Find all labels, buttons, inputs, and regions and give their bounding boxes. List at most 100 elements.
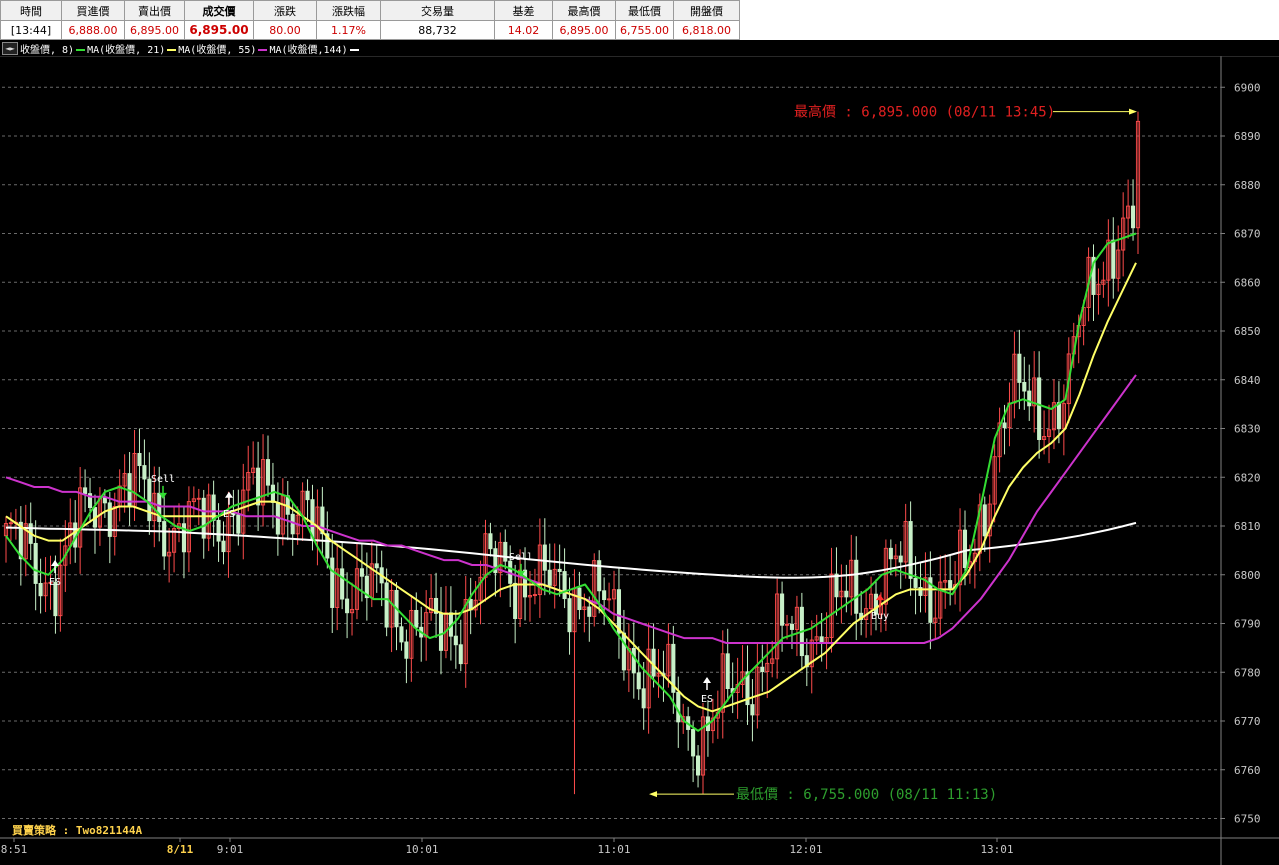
legend-items: 收盤價, 8) MA(收盤價, 21) MA(收盤價, 55) MA(收盤價,144) — [20, 41, 361, 56]
legend-swatch — [167, 49, 177, 51]
candle-body — [696, 755, 701, 776]
ma21-line — [5, 262, 1137, 713]
quote-header-cell: 賣出價 — [124, 0, 185, 21]
low-leader-arrow-icon — [649, 791, 657, 798]
y-tick-label: 6850 — [1234, 325, 1261, 338]
candle-body — [340, 568, 345, 600]
y-tick-label: 6750 — [1234, 813, 1261, 826]
candle-body — [1056, 402, 1061, 430]
signal-label: Buy — [871, 611, 889, 622]
candle-body — [780, 593, 785, 626]
candle-body — [488, 533, 493, 550]
high-leader-arrow-icon — [1129, 108, 1137, 115]
candle-body — [38, 583, 43, 597]
legend-swatch — [349, 49, 359, 51]
candle-body — [602, 590, 607, 601]
y-tick-label: 6800 — [1234, 569, 1261, 582]
candle-body — [33, 542, 38, 584]
candle-body — [1111, 239, 1116, 279]
ma8-line — [5, 232, 1137, 732]
candle-body — [1017, 353, 1022, 383]
candle-body — [1037, 377, 1042, 441]
candle-body — [142, 465, 147, 480]
y-tick-label: 6760 — [1234, 764, 1261, 777]
candle-body — [982, 504, 987, 537]
candle-body — [107, 502, 112, 537]
candle-body — [1027, 390, 1032, 407]
candle-body — [636, 672, 641, 690]
candle-body — [503, 541, 508, 562]
quote-table: 時間 買進價 賣出價 成交價 漲跌 漲跌幅 交易量 基差 最高價 最低價 開盤價 [13:44] 6,… — [0, 0, 1279, 40]
candle-body — [562, 571, 567, 600]
y-tick-label: 6810 — [1234, 520, 1261, 533]
exit-arrow-icon — [225, 491, 233, 498]
candle-body — [542, 544, 547, 571]
left-right-arrow-icon[interactable]: ◄► — [2, 42, 18, 55]
legend-swatch — [258, 49, 268, 51]
candle-body — [83, 487, 88, 495]
candle-body — [137, 452, 142, 467]
candle-body — [147, 478, 152, 522]
y-tick-label: 6880 — [1234, 179, 1261, 192]
candle-body — [1002, 422, 1007, 429]
candle-body — [676, 691, 681, 723]
quote-header-cell: 交易量 — [380, 0, 495, 21]
candle-body — [621, 632, 626, 671]
quote-header-cell: 時間 — [0, 0, 62, 21]
candle-body — [330, 557, 335, 608]
candle-body — [616, 589, 622, 634]
candle-body — [374, 563, 379, 569]
signal-label: ES — [223, 509, 235, 520]
x-tick-label: 12:01 — [789, 843, 822, 856]
quote-header-cell: 最低價 — [615, 0, 674, 21]
x-tick-label: 10:01 — [405, 843, 438, 856]
candle-body — [557, 568, 562, 572]
legend-item: 收盤價, 8) — [20, 45, 75, 56]
candle-body — [760, 666, 765, 673]
candle-body — [453, 635, 458, 646]
y-tick-label: 6770 — [1234, 715, 1261, 728]
candle-body — [691, 729, 696, 757]
price-chart[interactable]: 6750 6760 6770 6780 6790 6800 6810 6820 6830 6840… — [0, 56, 1279, 865]
candle-body — [898, 555, 903, 563]
exit-arrow-icon — [703, 677, 711, 683]
candle-body — [567, 598, 572, 633]
candle-body — [913, 577, 918, 588]
candle-body — [587, 606, 592, 617]
quote-header-cell: 漲跌 — [253, 0, 317, 21]
y-tick-label: 6860 — [1234, 276, 1261, 289]
candle-body — [438, 612, 444, 651]
y-tick-label: 6820 — [1234, 471, 1261, 484]
quote-header-cell: 基差 — [494, 0, 553, 21]
legend-item: MA(收盤價,144) — [269, 45, 348, 56]
candle-body — [221, 540, 226, 553]
candle-body — [458, 644, 463, 665]
candle-body — [384, 582, 389, 628]
candle-body — [844, 590, 849, 598]
quote-value-cell: [13:44] — [0, 20, 62, 40]
indicator-legend: ◄► 收盤價, 8) MA(收盤價, 21) MA(收盤價, 55) MA(收盤價,1… — [2, 41, 361, 56]
candle-body — [888, 547, 893, 560]
candle-body — [236, 514, 241, 534]
y-tick-label: 6870 — [1234, 228, 1261, 241]
candle-body — [162, 521, 167, 557]
signal-label: ES — [49, 577, 61, 588]
legend-swatch — [76, 49, 86, 51]
candle-body — [948, 580, 953, 589]
x-tick-label: 9:01 — [217, 843, 244, 856]
quote-header-cell: 漲跌幅 — [316, 0, 381, 21]
x-tick-label: 8/11 — [167, 843, 194, 856]
candle-body — [513, 582, 518, 619]
y-tick-label: 6790 — [1234, 618, 1261, 631]
quote-value-cell: 6,888.00 — [61, 20, 125, 40]
x-tick-label: 11:01 — [597, 843, 630, 856]
candle-body — [414, 609, 419, 628]
quote-value-cell: 6,895.00 — [552, 20, 616, 40]
candle-body — [631, 647, 636, 674]
legend-item: MA(收盤價, 55) — [178, 45, 257, 56]
legend-item: MA(收盤價, 21) — [87, 45, 166, 56]
candle-body — [819, 636, 824, 644]
candle-body — [962, 529, 968, 568]
candle-body — [547, 569, 552, 586]
signal-label: ES — [701, 694, 713, 705]
